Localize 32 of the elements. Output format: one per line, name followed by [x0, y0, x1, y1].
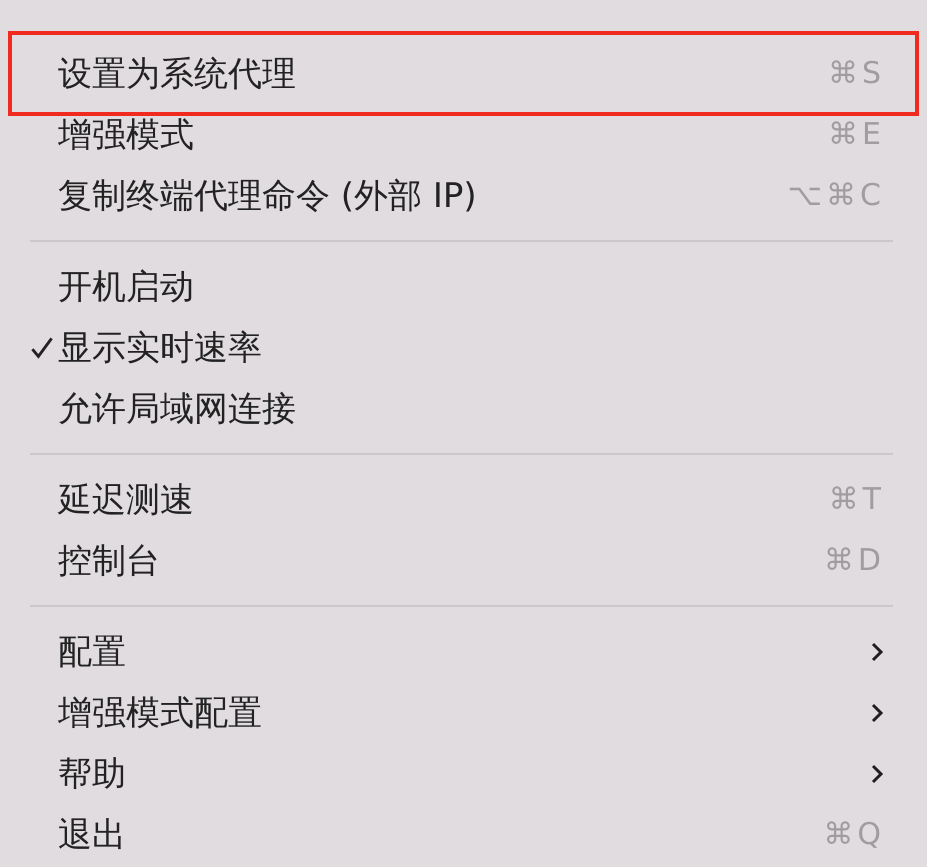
menu-item-label: 设置为系统代理 — [58, 52, 297, 96]
keyboard-shortcut: ⌘D — [824, 543, 885, 578]
keyboard-shortcut: ⌘T — [828, 482, 885, 517]
menu-item-label: 增强模式 — [58, 114, 195, 156]
chevron-right-icon — [871, 764, 883, 784]
menu-item[interactable]: 显示实时速率 — [8, 317, 919, 378]
menu-item-label: 增强模式配置 — [58, 692, 263, 734]
menu-item[interactable]: 退出 ⌘Q — [8, 804, 919, 865]
menu-item[interactable]: 配置 — [8, 621, 919, 682]
keyboard-shortcut: ⌘S — [828, 56, 885, 91]
menu-item-label: 配置 — [58, 630, 127, 674]
menu-item-label: 复制终端代理命令 (外部 IP) — [58, 174, 478, 218]
menu-item[interactable]: 增强模式配置 — [8, 682, 919, 743]
menu-item[interactable]: 帮助 — [8, 743, 919, 804]
menu-item-label: 延迟测速 — [58, 478, 195, 522]
menu-item[interactable]: 设置为系统代理 ⌘S — [8, 31, 919, 116]
menu-item[interactable]: 开机启动 — [8, 256, 919, 317]
chevron-right-icon — [871, 702, 883, 722]
menu-item-label: 开机启动 — [58, 266, 195, 308]
menu-item-label: 帮助 — [58, 752, 127, 796]
keyboard-shortcut: ⌥⌘C — [787, 178, 885, 213]
menu-item-label: 控制台 — [58, 540, 161, 582]
keyboard-shortcut: ⌘E — [828, 117, 885, 152]
menu-item[interactable]: 复制终端代理命令 (外部 IP) ⌥⌘C — [8, 165, 919, 226]
menu-item-label: 显示实时速率 — [58, 326, 263, 370]
menu-item[interactable]: 允许局域网连接 — [8, 378, 919, 439]
chevron-right-icon — [871, 642, 883, 662]
menu-item-label: 退出 — [58, 814, 127, 856]
keyboard-shortcut: ⌘Q — [823, 817, 885, 852]
menu-item[interactable]: 延迟测速 ⌘T — [8, 469, 919, 530]
menu-item[interactable]: 控制台 ⌘D — [8, 530, 919, 591]
menu-item-label: 允许局域网连接 — [58, 388, 297, 430]
